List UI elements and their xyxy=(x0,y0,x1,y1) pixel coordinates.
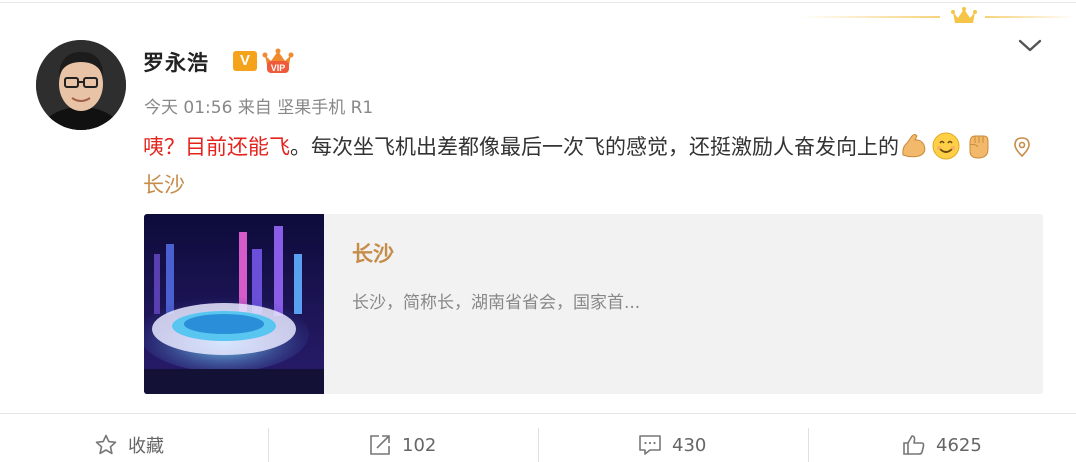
weibo-post-card: 罗永浩 V VIP 今天 01:56 来自 坚果手机 R1 咦？目前还能飞。每次… xyxy=(0,0,1076,462)
comment-count: 430 xyxy=(672,434,707,456)
chevron-down-icon[interactable] xyxy=(1016,36,1044,56)
crown-icon xyxy=(951,7,977,23)
verified-badge: V xyxy=(233,51,257,71)
raised-fist-icon xyxy=(969,135,989,159)
post-meta: 今天 01:56 来自 坚果手机 R1 xyxy=(144,93,373,118)
link-card-description: 长沙，简称长，湖南省省会，国家首... xyxy=(352,293,641,313)
crown-vip-icon: VIP xyxy=(262,48,294,73)
post-time[interactable]: 今天 01:56 xyxy=(144,98,232,118)
favorite-button[interactable]: 收藏 xyxy=(94,428,164,462)
favorite-label: 收藏 xyxy=(128,436,164,457)
smiling-face-icon xyxy=(932,132,960,160)
city-stadium-thumbnail xyxy=(144,214,324,394)
location-pin-icon xyxy=(1014,137,1030,158)
username[interactable]: 罗永浩 xyxy=(143,47,209,77)
thumbs-up-icon xyxy=(903,435,925,455)
decoration-line-right xyxy=(985,16,1076,18)
decoration-line-left xyxy=(800,16,940,18)
link-card-title: 长沙 xyxy=(352,242,394,266)
svg-text:VIP: VIP xyxy=(271,63,286,73)
like-button[interactable]: 4625 xyxy=(902,428,982,462)
post-body-text: 。每次坐飞机出差都像最后一次飞的感觉，还挺激励人奋发向上的 xyxy=(290,135,899,159)
avatar[interactable] xyxy=(36,40,126,130)
comment-button[interactable]: 430 xyxy=(638,428,706,462)
action-separator xyxy=(808,428,809,462)
location-link-card[interactable]: 长沙 长沙，简称长，湖南省省会，国家首... xyxy=(144,214,1043,394)
like-count: 4625 xyxy=(936,434,982,456)
footer-divider xyxy=(0,413,1076,414)
avatar-photo xyxy=(36,40,126,130)
comment-icon xyxy=(639,435,661,455)
repost-count: 102 xyxy=(402,434,437,456)
top-divider xyxy=(0,2,1076,3)
source-prefix: 来自 xyxy=(237,98,272,118)
post-highlight-text: 咦？目前还能飞 xyxy=(143,135,290,159)
star-icon xyxy=(95,434,117,455)
post-text: 咦？目前还能飞。每次坐飞机出差都像最后一次飞的感觉，还挺激励人奋发向上的 长沙 xyxy=(143,128,1043,204)
flexed-biceps-icon xyxy=(902,134,926,158)
action-separator xyxy=(538,428,539,462)
repost-icon xyxy=(370,435,390,455)
post-source[interactable]: 坚果手机 R1 xyxy=(277,98,373,118)
location-label: 长沙 xyxy=(143,173,185,197)
repost-button[interactable]: 102 xyxy=(368,428,436,462)
action-separator xyxy=(268,428,269,462)
